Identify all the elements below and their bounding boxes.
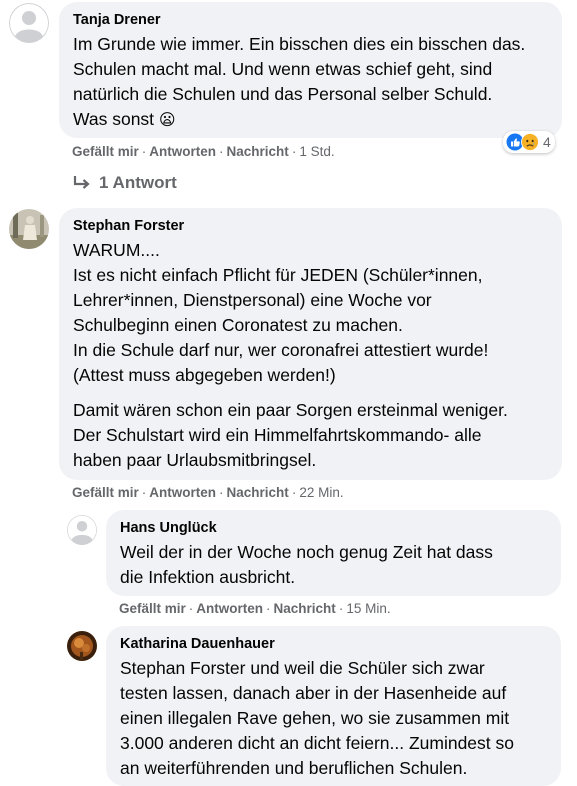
view-replies-label: 1 Antwort <box>99 173 177 192</box>
comment-author[interactable]: Stephan Forster <box>73 217 548 235</box>
reaction-count: 4 <box>543 134 551 150</box>
comment-text: WARUM.... Ist es nicht einfach Pflicht f… <box>73 240 489 385</box>
like-button[interactable]: Gefällt mir <box>119 601 186 616</box>
timestamp[interactable]: 22 Min. <box>299 485 343 500</box>
avatar[interactable] <box>67 631 97 661</box>
timestamp[interactable]: 15 Min. <box>346 601 390 616</box>
avatar[interactable] <box>67 515 97 545</box>
comment-author[interactable]: Tanja Drener <box>73 11 548 29</box>
message-button[interactable]: Nachricht <box>227 144 289 159</box>
reply-bubble: Hans Unglück Weil der in der Woche noch … <box>106 510 561 596</box>
reply-text: Stephan Forster und weil die Schüler sic… <box>120 658 514 778</box>
comment-bubble: Tanja Drener Im Grunde wie immer. Ein bi… <box>59 2 562 138</box>
comment-text-paragraph-2: Damit wären schon ein paar Sorgen erstei… <box>73 400 508 470</box>
sad-icon <box>521 133 539 151</box>
reply-arrow-icon <box>73 176 90 189</box>
avatar[interactable] <box>9 209 49 249</box>
reply-button[interactable]: Antworten <box>196 601 263 616</box>
reply-author[interactable]: Katharina Dauenhauer <box>120 635 547 653</box>
reply-text: Weil der in der Woche noch genug Zeit ha… <box>120 542 493 587</box>
avatar[interactable] <box>9 3 49 43</box>
comment-actions: Gefällt mir · Antworten · Nachricht · 22 Min. <box>72 485 344 500</box>
profile-photo <box>9 209 49 249</box>
comment-bubble: Stephan Forster WARUM.... Ist es nicht e… <box>59 208 562 480</box>
default-avatar-icon <box>9 3 49 43</box>
comment-actions: Gefällt mir · Antworten · Nachricht · 1 Std. <box>72 144 335 159</box>
timestamp[interactable]: 1 Std. <box>299 144 334 159</box>
default-avatar-icon <box>67 515 97 545</box>
comment-text: Im Grunde wie immer. Ein bisschen dies e… <box>73 34 526 129</box>
reply-bubble: Katharina Dauenhauer Stephan Forster und… <box>106 626 561 786</box>
message-button[interactable]: Nachricht <box>227 485 289 500</box>
reply-author[interactable]: Hans Unglück <box>120 519 547 537</box>
message-button[interactable]: Nachricht <box>274 601 336 616</box>
reply-actions: Gefällt mir · Antworten · Nachricht · 15 Min. <box>119 601 391 616</box>
like-button[interactable]: Gefällt mir <box>72 144 139 159</box>
reply-button[interactable]: Antworten <box>149 144 216 159</box>
sad-emoji: 😦 <box>158 112 176 129</box>
profile-photo <box>67 631 97 661</box>
view-replies-link[interactable]: 1 Antwort <box>73 173 177 193</box>
like-button[interactable]: Gefällt mir <box>72 485 139 500</box>
reply-button[interactable]: Antworten <box>149 485 216 500</box>
reaction-summary[interactable]: 4 <box>503 131 555 153</box>
